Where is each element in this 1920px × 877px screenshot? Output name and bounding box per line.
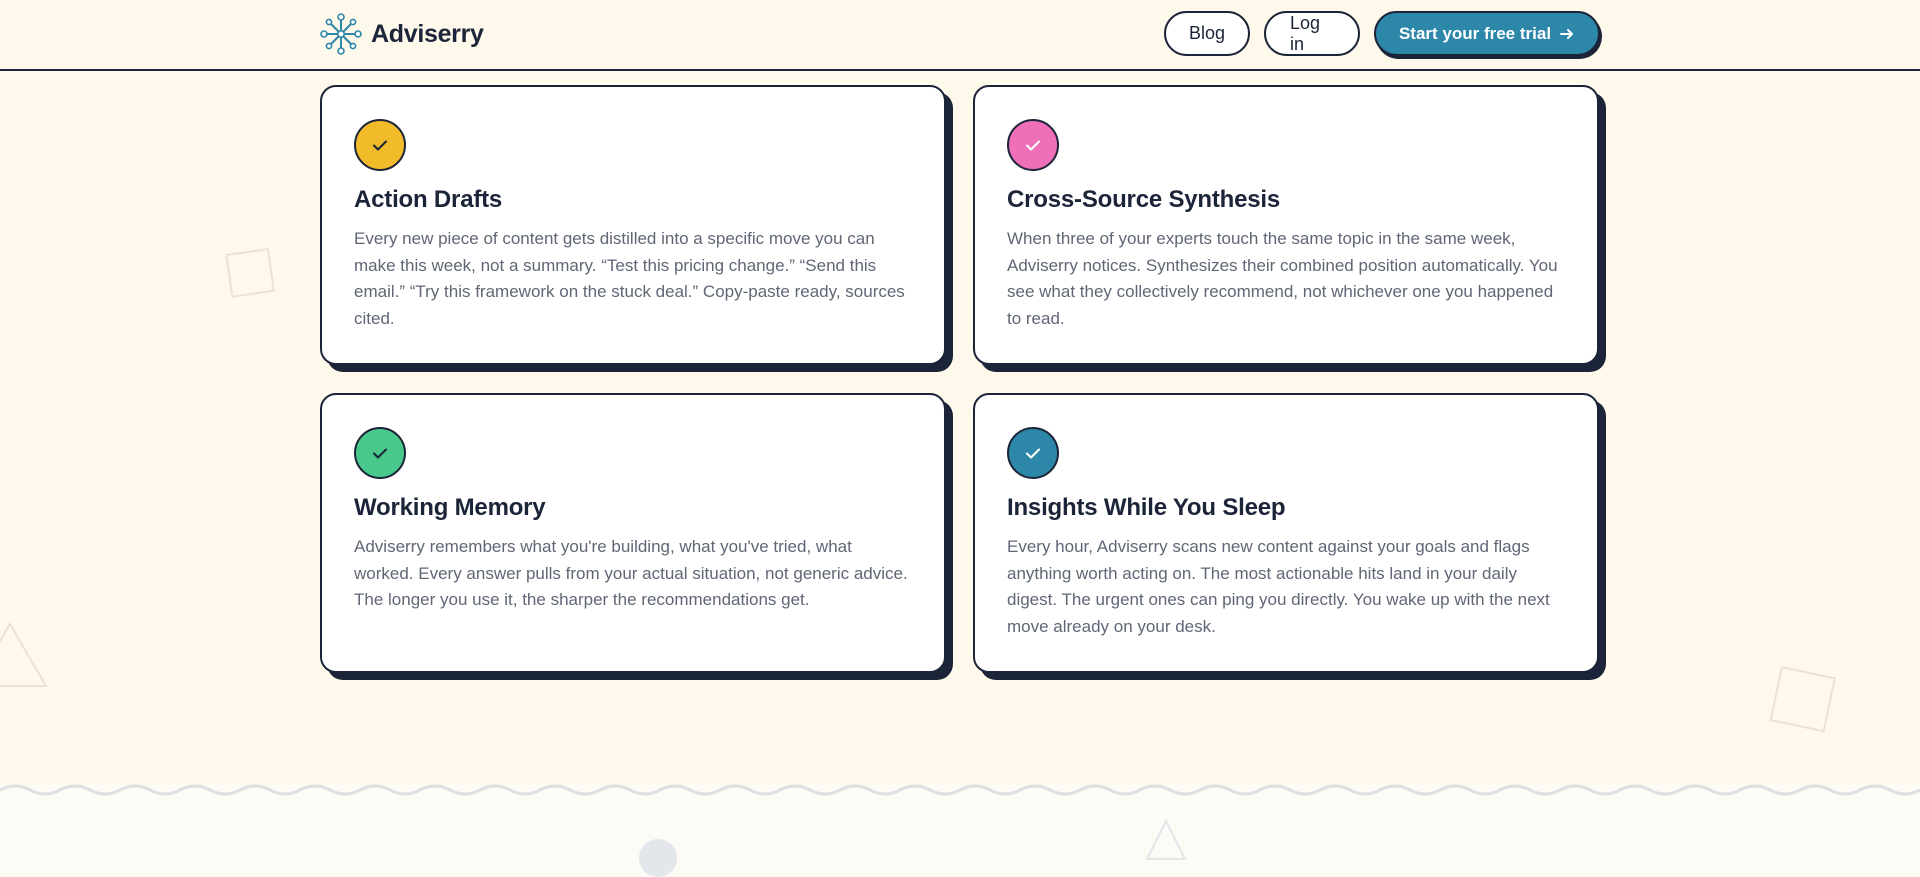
card-title: Cross-Source Synthesis (1007, 186, 1281, 213)
start-free-trial-label: Start your free trial (1398, 23, 1552, 43)
feature-card-action-drafts: Action Drafts Every new piece of content… (320, 85, 946, 365)
arrow-right-icon (1560, 28, 1574, 39)
card-description: Every new piece of content gets distille… (354, 229, 905, 328)
header-nav: Blog Log in Start your free trial (1164, 11, 1600, 56)
check-icon (1026, 140, 1040, 151)
decorative-square-shape (1769, 665, 1836, 733)
blog-button[interactable]: Blog (1164, 11, 1250, 56)
brand-name: Adviserry (371, 19, 484, 48)
snowflake-logo-icon (320, 13, 362, 55)
check-badge (354, 427, 406, 479)
card-title: Action Drafts (354, 186, 503, 213)
decorative-triangle-shape (1145, 818, 1187, 860)
card-description: When three of your experts touch the sam… (1007, 229, 1558, 328)
card-title: Insights While You Sleep (1007, 494, 1286, 521)
decorative-triangle-shape (0, 622, 48, 687)
card-title: Working Memory (354, 494, 546, 521)
card-description: Adviserry remembers what you're building… (354, 537, 908, 609)
decorative-square-shape (225, 248, 275, 298)
card-description: Every hour, Adviserry scans new content … (1007, 537, 1550, 636)
feature-card-cross-source-synthesis: Cross-Source Synthesis When three of you… (973, 85, 1599, 365)
decorative-circle-shape (639, 839, 677, 877)
check-badge (354, 119, 406, 171)
check-icon (1026, 448, 1040, 459)
login-button[interactable]: Log in (1264, 11, 1360, 56)
brand-logo[interactable]: Adviserry (320, 13, 484, 55)
feature-card-insights-while-you-sleep: Insights While You Sleep Every hour, Adv… (973, 393, 1599, 673)
check-badge (1007, 427, 1059, 479)
site-header: Adviserry Blog Log in Start your free tr… (0, 0, 1920, 71)
wave-divider (0, 784, 1920, 796)
feature-card-working-memory: Working Memory Adviserry remembers what … (320, 393, 946, 673)
check-badge (1007, 119, 1059, 171)
check-icon (373, 140, 387, 151)
check-icon (373, 448, 387, 459)
start-free-trial-button[interactable]: Start your free trial (1374, 11, 1600, 56)
